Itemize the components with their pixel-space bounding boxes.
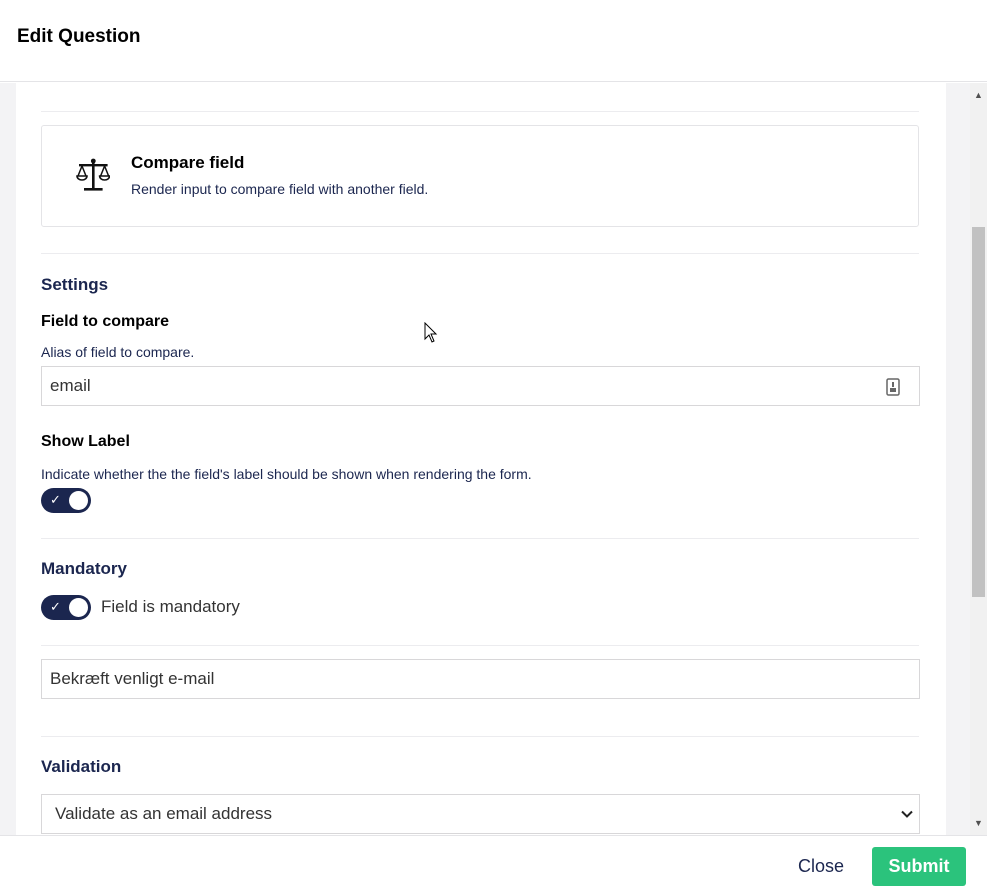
check-icon: ✓ <box>50 492 61 507</box>
validation-select[interactable]: Validate as an email address <box>41 794 920 834</box>
show-label-description: Indicate whether the the field's label s… <box>41 466 532 482</box>
divider <box>41 111 919 112</box>
toggle-knob <box>69 491 88 510</box>
mandatory-toggle-label: Field is mandatory <box>101 597 240 616</box>
dialog-footer: Close Submit <box>0 835 987 892</box>
field-to-compare-input[interactable]: email <box>41 366 920 406</box>
scroll-down-icon[interactable]: ▼ <box>970 815 987 831</box>
field-type-card: Compare field Render input to compare fi… <box>41 125 919 227</box>
close-button[interactable]: Close <box>780 847 862 885</box>
field-to-compare-value: email <box>50 376 91 395</box>
divider <box>41 538 919 539</box>
mouse-pointer-icon <box>424 322 438 343</box>
divider <box>41 253 919 254</box>
divider <box>41 736 919 737</box>
dialog-content: Compare field Render input to compare fi… <box>16 83 946 835</box>
field-to-compare-label: Field to compare <box>41 313 170 330</box>
validation-label: Validation <box>41 757 122 776</box>
vertical-scrollbar[interactable]: ▲ ▼ <box>970 83 987 835</box>
dialog-header: Edit Question <box>0 0 987 82</box>
check-icon: ✓ <box>50 599 61 614</box>
left-gutter <box>0 83 16 835</box>
field-type-description: Render input to compare field with anoth… <box>131 181 429 197</box>
mandatory-toggle[interactable]: ✓ <box>41 595 91 620</box>
chevron-down-icon <box>901 810 913 818</box>
field-type-title: Compare field <box>131 153 245 172</box>
scroll-thumb[interactable] <box>972 227 985 597</box>
show-label-label: Show Label <box>41 433 130 450</box>
submit-button[interactable]: Submit <box>872 847 966 886</box>
dialog-title: Edit Question <box>17 26 141 47</box>
field-to-compare-description: Alias of field to compare. <box>41 344 195 360</box>
field-picker-icon[interactable] <box>886 378 900 396</box>
scroll-up-icon[interactable]: ▲ <box>970 87 987 103</box>
validation-selected-value: Validate as an email address <box>55 804 273 823</box>
divider <box>41 645 919 646</box>
toggle-knob <box>69 598 88 617</box>
mandatory-label: Mandatory <box>41 559 127 578</box>
mandatory-message-input[interactable]: Bekræft venligt e-mail <box>41 659 920 699</box>
show-label-toggle[interactable]: ✓ <box>41 488 91 513</box>
mandatory-message-value: Bekræft venligt e-mail <box>50 669 215 688</box>
scale-icon <box>76 158 110 191</box>
right-gutter <box>946 83 970 835</box>
settings-heading: Settings <box>41 275 109 294</box>
